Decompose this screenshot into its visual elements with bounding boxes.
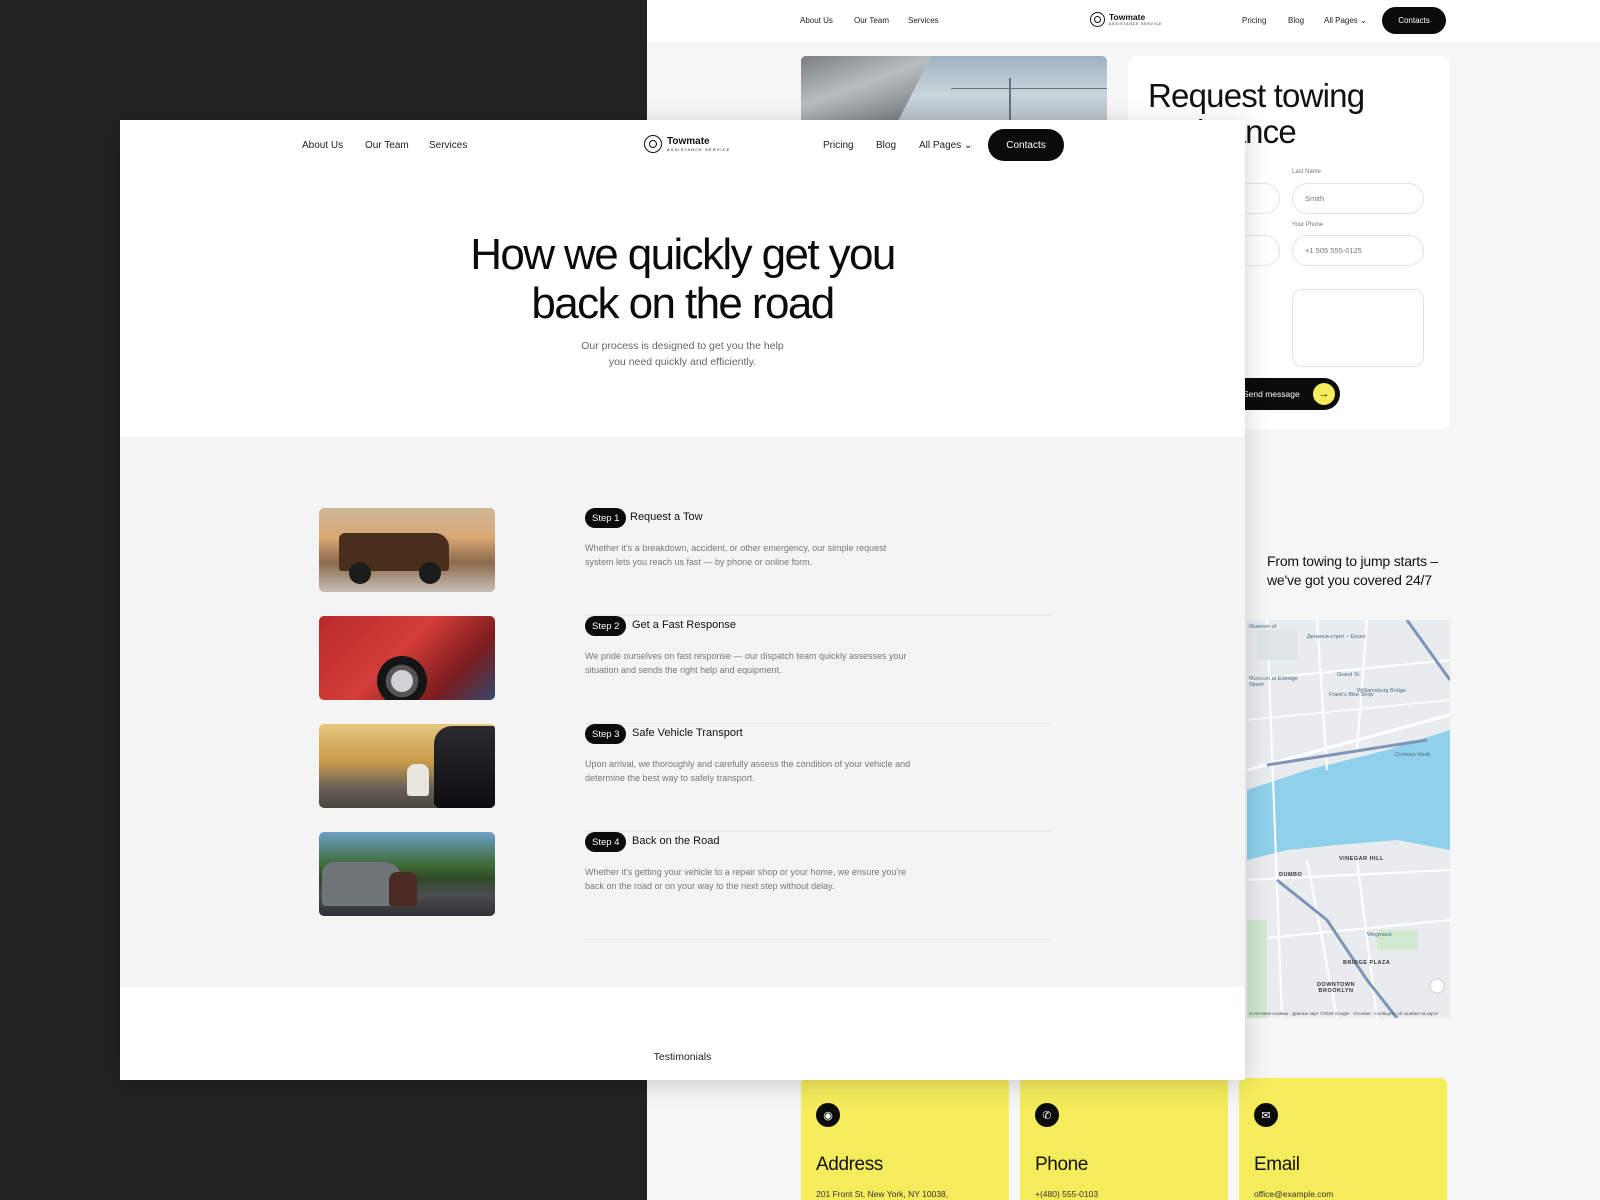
location-map[interactable]: Museum of Деланси-стрит – Essex Grand St… <box>1247 620 1450 1018</box>
map-label: Museum at Eldridge Street <box>1249 676 1298 688</box>
step-title: Get a Fast Response <box>632 619 736 631</box>
step-badge: Step 4 <box>585 832 627 852</box>
step-badge: Step 1 <box>585 508 627 528</box>
card-title: Address <box>816 1154 883 1175</box>
nav-blog[interactable]: Blog <box>876 140 896 151</box>
chevron-down-icon: ⌄ <box>1360 16 1367 25</box>
title-line-2: back on the road <box>531 279 835 328</box>
nav-all-pages-label: All Pages <box>1324 16 1358 25</box>
step-title: Request a Tow <box>630 511 703 523</box>
subtitle-line-1: Our process is designed to get you the h… <box>581 340 784 352</box>
nav-blog[interactable]: Blog <box>1288 16 1304 25</box>
title-line-1: How we quickly get you <box>470 230 896 279</box>
step-item: Step 3 Safe Vehicle Transport Upon arriv… <box>585 724 1050 832</box>
logo-icon <box>644 135 662 153</box>
map-label: Wegmans <box>1367 932 1392 938</box>
brand-logo[interactable]: Towmate ASSISTANCE SERVICE <box>1090 12 1162 27</box>
subtitle-line-2: you need quickly and efficiently. <box>608 356 757 368</box>
process-page-preview: About Us Our Team Services Towmate ASSIS… <box>120 120 1245 1080</box>
contacts-button[interactable]: Contacts <box>1382 7 1446 34</box>
chevron-down-icon: ⌄ <box>964 140 973 151</box>
nav-services[interactable]: Services <box>429 140 467 151</box>
card-title: Phone <box>1035 1154 1088 1175</box>
nav-all-pages[interactable]: All Pages ⌄ <box>1324 16 1367 25</box>
step-description: Upon arrival, we thoroughly and carefull… <box>585 759 911 783</box>
step-item: Step 1 Request a Tow Whether it's a brea… <box>585 508 1050 616</box>
step-4-image <box>319 832 495 916</box>
nav-services[interactable]: Services <box>908 16 939 25</box>
address-card: ◉ Address 201 Front St, New York, NY 100… <box>801 1078 1009 1200</box>
logo-icon <box>1090 12 1105 27</box>
arrow-right-icon: → <box>1313 383 1335 405</box>
step-description: Whether it's getting your vehicle to a r… <box>585 867 907 891</box>
step-description: We pride ourselves on fast response — ou… <box>585 651 907 675</box>
map-label: BRIDGE PLAZA <box>1343 960 1391 966</box>
card-value: 201 Front St, New York, NY 10038, <box>816 1189 949 1199</box>
phone-icon: ✆ <box>1035 1103 1059 1127</box>
map-label: Grand St <box>1337 672 1360 678</box>
step-item: Step 2 Get a Fast Response We pride ours… <box>585 616 1050 724</box>
step-3-image <box>319 724 495 808</box>
phone-card: ✆ Phone +(480) 555-0103 <box>1020 1078 1228 1200</box>
testimonials-heading: Testimonials <box>653 1051 712 1063</box>
phone-field[interactable]: +1 505 555-0125 <box>1292 235 1424 266</box>
map-label: DUMBO <box>1279 872 1303 878</box>
brand-name: Towmate <box>667 135 710 147</box>
step-1-image <box>319 508 495 592</box>
nav-all-pages-label: All Pages <box>919 140 962 151</box>
step-title: Safe Vehicle Transport <box>632 727 743 739</box>
nav-pricing[interactable]: Pricing <box>1242 16 1266 25</box>
nav-about-us[interactable]: About Us <box>800 16 833 25</box>
map-label: DOWNTOWN BROOKLYN <box>1316 982 1356 994</box>
card-value[interactable]: office@example.com <box>1254 1189 1333 1199</box>
map-label: Деланси-стрит – Essex <box>1307 634 1366 640</box>
back-navbar: About Us Our Team Services Towmate ASSIS… <box>647 0 1600 42</box>
step-title: Back on the Road <box>632 835 720 847</box>
map-label: VINEGAR HILL <box>1339 856 1384 862</box>
nav-pricing[interactable]: Pricing <box>823 140 854 151</box>
step-2-image <box>319 616 495 700</box>
last-name-label: Last Name <box>1292 169 1322 175</box>
steps-section: Step 1 Request a Tow Whether it's a brea… <box>120 437 1245 987</box>
contacts-tagline: From towing to jump starts – we've got y… <box>1267 552 1438 590</box>
brand-tag: ASSISTANCE SERVICE <box>1109 21 1163 26</box>
card-value[interactable]: +(480) 555-0103 <box>1035 1189 1098 1199</box>
brand-name: Towmate <box>1109 12 1146 23</box>
contact-cards: ◉ Address 201 Front St, New York, NY 100… <box>801 1078 1451 1200</box>
step-item: Step 4 Back on the Road Whether it's get… <box>585 832 1050 940</box>
map-label: Frank's Bike Shop <box>1329 692 1374 698</box>
brand-logo[interactable]: Towmate ASSISTANCE SERVICE <box>644 135 730 153</box>
send-label: Send message <box>1243 389 1300 399</box>
map-label: Museum of <box>1249 624 1277 630</box>
nav-all-pages[interactable]: All Pages ⌄ <box>919 140 972 151</box>
contacts-button[interactable]: Contacts <box>988 129 1064 161</box>
tagline-line-1: From towing to jump starts – <box>1267 553 1439 569</box>
nav-our-team[interactable]: Our Team <box>365 140 409 151</box>
step-badge: Step 3 <box>585 724 627 744</box>
last-name-field[interactable]: Smith <box>1292 183 1424 214</box>
phone-label: Your Phone <box>1292 222 1324 228</box>
step-description: Whether it's a breakdown, accident, or o… <box>585 543 887 567</box>
map-credit: Сочетания клавиш · Данные карт ©2025 Goo… <box>1249 1011 1439 1016</box>
pin-icon: ◉ <box>816 1103 840 1127</box>
page-title: How we quickly get you back on the road <box>120 230 1245 328</box>
email-card: ✉ Email office@example.com <box>1239 1078 1447 1200</box>
tagline-line-2: we've got you covered 24/7 <box>1267 572 1432 588</box>
step-badge: Step 2 <box>585 616 627 636</box>
brand-tag: ASSISTANCE SERVICE <box>667 146 731 152</box>
map-label: Corlears Hook <box>1395 752 1431 758</box>
mail-icon: ✉ <box>1254 1103 1278 1127</box>
tow-photo <box>801 56 1107 120</box>
message-textarea[interactable] <box>1292 289 1424 367</box>
nav-our-team[interactable]: Our Team <box>854 16 889 25</box>
card-title: Email <box>1254 1154 1300 1175</box>
nav-about-us[interactable]: About Us <box>302 140 343 151</box>
page-subtitle: Our process is designed to get you the h… <box>120 338 1245 370</box>
